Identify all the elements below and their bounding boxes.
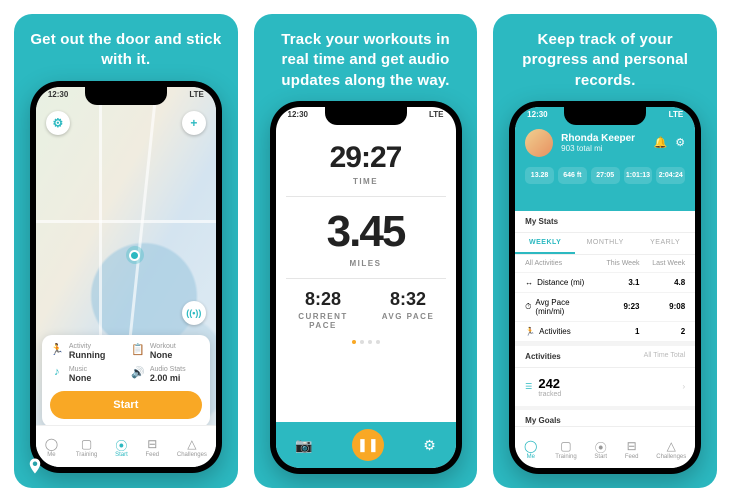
stats-row: ⏱Avg Pace (min/mi)9:239:08 [515, 293, 695, 322]
tab-start[interactable]: ⦿Start [594, 439, 607, 460]
tab-training[interactable]: ▢Training [76, 437, 97, 458]
run-icon: 🏃 [50, 343, 64, 357]
pin-icon: ⦿ [595, 439, 607, 453]
page-indicator [352, 340, 380, 344]
gear-icon[interactable]: ⚙ [675, 136, 685, 149]
activity-field[interactable]: 🏃 ActivityRunning [50, 343, 121, 360]
workout-field[interactable]: 📋 WorkoutNone [131, 343, 202, 360]
phone-screen: 12:30LTE Rhonda Keeper 903 total mi 🔔 ⚙ … [515, 107, 695, 468]
location-pin-icon [26, 457, 44, 480]
clipboard-icon: 📋 [131, 343, 145, 357]
camera-icon: 📷 [295, 437, 312, 453]
stats-header-row: All ActivitiesThis WeekLast Week [515, 255, 695, 273]
tab-training[interactable]: ▢Training [555, 439, 576, 460]
audio-button[interactable]: ((•)) [182, 301, 206, 325]
sliders-icon: ⚙ [423, 437, 436, 453]
tab-yearly[interactable]: YEARLY [635, 233, 695, 254]
appstore-panel-3: Keep track of your progress and personal… [493, 14, 717, 488]
tab-me[interactable]: ◯Me [524, 439, 537, 460]
profile-body: My Stats WEEKLY MONTHLY YEARLY All Activ… [515, 211, 695, 426]
tab-weekly[interactable]: WEEKLY [515, 233, 575, 254]
tab-bar: ◯Me ▢Training ⦿Start ⊟Feed △Challenges [515, 426, 695, 468]
badge[interactable]: 2:04:24 [656, 167, 685, 184]
avatar[interactable] [525, 129, 553, 157]
control-bar: 📷 ❚❚ ⚙ [276, 422, 456, 468]
tab-challenges[interactable]: △Challenges [656, 439, 686, 460]
start-button[interactable]: Start [50, 391, 202, 419]
avg-pace: 8:32 AVG PACE [371, 289, 446, 330]
pause-button[interactable]: ❚❚ [352, 429, 384, 461]
headline: Get out the door and stick with it. [30, 30, 222, 71]
pin-icon: ⦿ [115, 437, 127, 451]
current-pace: 8:28 CURRENT PACE [286, 289, 361, 330]
activities-heading: ActivitiesAll Time Total [515, 346, 695, 368]
badge[interactable]: 27:05 [591, 167, 620, 184]
person-icon: ◯ [45, 437, 58, 451]
chevron-right-icon: › [683, 382, 686, 391]
gps-location-icon [126, 246, 144, 264]
music-field[interactable]: ♪ MusicNone [50, 366, 121, 383]
profile-name: Rhonda Keeper [561, 133, 635, 144]
time-value: 29:27 [330, 141, 402, 175]
headline: Keep track of your progress and personal… [509, 30, 701, 91]
stats-row: ↔Distance (mi)3.14.8 [515, 273, 695, 293]
goals-heading: My Goals [515, 410, 695, 426]
appstore-panel-2: Track your workouts in real time and get… [254, 14, 478, 488]
person-icon: ◯ [524, 439, 537, 453]
notch [85, 87, 167, 105]
notch [325, 107, 407, 125]
tab-bar: ◯Me ▢Training ⦿Start ⊟Feed △Challenges [36, 425, 216, 467]
phone-screen: 12:30LTE 29:27 TIME 3.45 MILES 8:28 CURR… [276, 107, 456, 468]
pause-icon: ❚❚ [357, 437, 379, 453]
tab-challenges[interactable]: △Challenges [177, 437, 207, 458]
stats-row: 🏃Activities12 [515, 322, 695, 342]
feed-icon: ⊟ [627, 439, 637, 453]
camera-button[interactable]: 📷 [295, 437, 312, 454]
tab-feed[interactable]: ⊟Feed [625, 439, 639, 460]
calendar-icon: ▢ [560, 439, 571, 453]
tab-feed[interactable]: ⊟Feed [145, 437, 159, 458]
tab-me[interactable]: ◯Me [45, 437, 58, 458]
achievement-badges: 13.28 646 ft 27:05 1:01:13 2:04:24 [525, 167, 685, 184]
music-icon: ♪ [50, 366, 64, 380]
live-stats: 29:27 TIME 3.45 MILES 8:28 CURRENT PACE … [276, 135, 456, 428]
time-label: TIME [353, 177, 378, 186]
audio-stats-field[interactable]: 🔊 Audio Stats2.00 mi [131, 366, 202, 383]
workout-setup-card: 🏃 ActivityRunning 📋 WorkoutNone ♪ MusicN… [42, 335, 210, 427]
stats-heading: My Stats [515, 211, 695, 233]
speaker-icon: 🔊 [131, 366, 145, 380]
calendar-icon: ▢ [81, 437, 92, 451]
headline: Track your workouts in real time and get… [270, 30, 462, 91]
miles-label: MILES [350, 259, 382, 268]
phone-frame: 12:30LTE Rhonda Keeper 903 total mi 🔔 ⚙ … [509, 101, 701, 474]
badge[interactable]: 646 ft [558, 167, 587, 184]
activities-card[interactable]: ☰ 242tracked › [515, 368, 695, 406]
badge[interactable]: 13.28 [525, 167, 554, 184]
mountain-icon: △ [187, 437, 196, 451]
settings-button[interactable]: ⚙ [423, 437, 436, 454]
settings-button[interactable]: ⚙ [46, 111, 70, 135]
miles-value: 3.45 [327, 207, 405, 257]
phone-frame: 12:30LTE 29:27 TIME 3.45 MILES 8:28 CURR… [270, 101, 462, 474]
tab-monthly[interactable]: MONTHLY [575, 233, 635, 254]
tab-start[interactable]: ⦿Start [115, 437, 128, 458]
mountain-icon: △ [667, 439, 676, 453]
notch [564, 107, 646, 125]
badge[interactable]: 1:01:13 [624, 167, 653, 184]
profile-total: 903 total mi [561, 144, 635, 153]
broadcast-icon: ((•)) [186, 308, 201, 318]
feed-icon: ⊟ [147, 437, 157, 451]
plus-icon: + [190, 116, 197, 130]
appstore-panel-1: Get out the door and stick with it. 12:3… [14, 14, 238, 488]
gear-icon: ⚙ [52, 116, 63, 130]
phone-screen: 12:30LTE ⚙ + ((•)) 🏃 ActivityRunning [36, 87, 216, 467]
notification-icon[interactable]: 🔔 [654, 136, 668, 149]
period-tabs: WEEKLY MONTHLY YEARLY [515, 233, 695, 255]
add-button[interactable]: + [182, 111, 206, 135]
list-icon: ☰ [525, 382, 532, 391]
phone-frame: 12:30LTE ⚙ + ((•)) 🏃 ActivityRunning [30, 81, 222, 473]
